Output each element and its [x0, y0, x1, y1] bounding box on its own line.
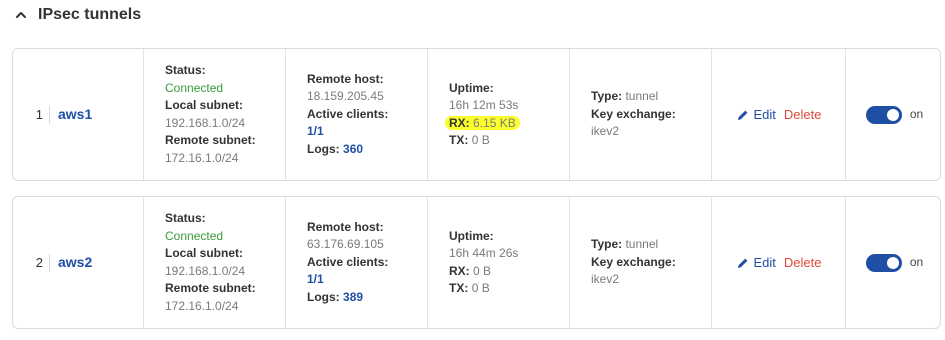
key-exchange-label: Key exchange: [591, 254, 676, 269]
local-subnet-value: 192.168.1.0/24 [165, 263, 246, 278]
actions-cell: Edit Delete [711, 49, 846, 180]
edit-label: Edit [753, 254, 776, 270]
remote-cell: Remote host: 18.159.205.45 Active client… [285, 49, 427, 180]
pencil-icon [737, 258, 747, 268]
delete-button[interactable]: Delete [784, 254, 822, 272]
active-clients-link[interactable]: 1/1 [307, 123, 427, 141]
logs-label: Logs: [307, 141, 340, 156]
type-row: Type: tunnel [591, 236, 711, 254]
active-clients-label: Active clients: [307, 106, 389, 121]
remote-subnet-value: 172.16.1.0/24 [165, 298, 239, 313]
rx-label: RX: [449, 263, 470, 278]
type-cell: Type: tunnel Key exchange: ikev2 [569, 197, 711, 328]
logs-row: Logs: 389 [307, 289, 427, 307]
delete-button[interactable]: Delete [784, 106, 822, 124]
tunnel-name-link[interactable]: aws1 [58, 106, 92, 124]
edit-label: Edit [753, 106, 776, 122]
toggle-state-label: on [909, 254, 924, 269]
status-value: Connected [165, 228, 224, 243]
active-clients-link[interactable]: 1/1 [307, 271, 427, 289]
uptime-label: Uptime: [449, 228, 494, 243]
tunnel-name-cell: 2 aws2 [13, 197, 143, 328]
tx-value: 0 B [471, 133, 490, 147]
local-subnet-label: Local subnet: [165, 246, 244, 260]
uptime-cell: Uptime: 16h 44m 26s RX: 0 B TX: 0 B [427, 197, 569, 328]
divider [49, 105, 50, 124]
logs-link[interactable]: 360 [343, 142, 363, 156]
toggle-state-label: on [909, 106, 924, 121]
rx-row: RX: 6.15 KB [445, 115, 569, 133]
tx-row: TX: 0 B [449, 132, 569, 150]
status-label: Status: [165, 211, 206, 225]
key-exchange-label: Key exchange: [591, 106, 676, 121]
type-value: tunnel [625, 89, 659, 104]
logs-link[interactable]: 389 [343, 290, 363, 304]
type-cell: Type: tunnel Key exchange: ikev2 [569, 49, 711, 180]
tunnel-name-link[interactable]: aws2 [58, 254, 92, 272]
toggle-knob [886, 256, 899, 269]
logs-row: Logs: 360 [307, 141, 427, 159]
status-label: Status: [165, 63, 206, 77]
local-subnet-label: Local subnet: [165, 98, 244, 112]
remote-host-label: Remote host: [307, 219, 384, 234]
tx-label: TX: [449, 281, 469, 295]
divider [49, 253, 50, 272]
tunnel-card: 2 aws2 Status: Connected Local subnet: 1… [12, 196, 941, 329]
uptime-cell: Uptime: 16h 12m 53s RX: 6.15 KB TX: 0 B [427, 49, 569, 180]
status-cell: Status: Connected Local subnet: 192.168.… [143, 197, 285, 328]
uptime-value: 16h 44m 26s [449, 246, 519, 260]
type-row: Type: tunnel [591, 88, 711, 106]
remote-host-value: 63.176.69.105 [307, 237, 384, 252]
rx-value: 6.15 KB [473, 115, 516, 130]
tunnel-index: 2 [35, 254, 43, 270]
toggle-cell: on [845, 197, 943, 328]
status-cell: Status: Connected Local subnet: 192.168.… [143, 49, 285, 180]
key-exchange-value: ikev2 [591, 272, 620, 287]
uptime-label: Uptime: [449, 80, 494, 95]
active-clients-label: Active clients: [307, 254, 389, 269]
logs-label: Logs: [307, 289, 340, 304]
type-value: tunnel [625, 237, 659, 252]
tunnel-card: 1 aws1 Status: Connected Local subnet: 1… [12, 48, 941, 181]
enable-toggle[interactable] [865, 105, 902, 124]
edit-button[interactable]: Edit [737, 106, 776, 124]
enable-toggle[interactable] [865, 253, 902, 272]
rx-row: RX: 0 B [449, 263, 569, 281]
toggle-knob [886, 108, 899, 121]
actions-cell: Edit Delete [711, 197, 846, 328]
remote-host-value: 18.159.205.45 [307, 89, 384, 104]
remote-subnet-value: 172.16.1.0/24 [165, 150, 239, 165]
tunnel-name-cell: 1 aws1 [13, 49, 143, 180]
tx-value: 0 B [471, 281, 490, 295]
section-header-ipsec-tunnels[interactable]: IPsec tunnels [14, 4, 141, 26]
rx-label: RX: [449, 115, 470, 130]
status-value: Connected [165, 80, 224, 95]
remote-subnet-label: Remote subnet: [165, 133, 256, 147]
type-label: Type: [591, 89, 623, 104]
section-title: IPsec tunnels [38, 6, 142, 23]
remote-host-label: Remote host: [307, 71, 384, 86]
tx-label: TX: [449, 133, 469, 147]
tunnel-index: 1 [35, 106, 43, 122]
chevron-up-icon [16, 12, 26, 18]
toggle-cell: on [845, 49, 943, 180]
remote-subnet-label: Remote subnet: [165, 281, 256, 295]
key-exchange-value: ikev2 [591, 124, 620, 139]
rx-highlight: RX: 6.15 KB [445, 115, 520, 130]
rx-value: 0 B [473, 263, 492, 278]
uptime-value: 16h 12m 53s [449, 98, 519, 112]
pencil-icon [737, 110, 747, 120]
tx-row: TX: 0 B [449, 280, 569, 298]
local-subnet-value: 192.168.1.0/24 [165, 115, 246, 130]
remote-cell: Remote host: 63.176.69.105 Active client… [285, 197, 427, 328]
edit-button[interactable]: Edit [737, 254, 776, 272]
type-label: Type: [591, 237, 623, 252]
